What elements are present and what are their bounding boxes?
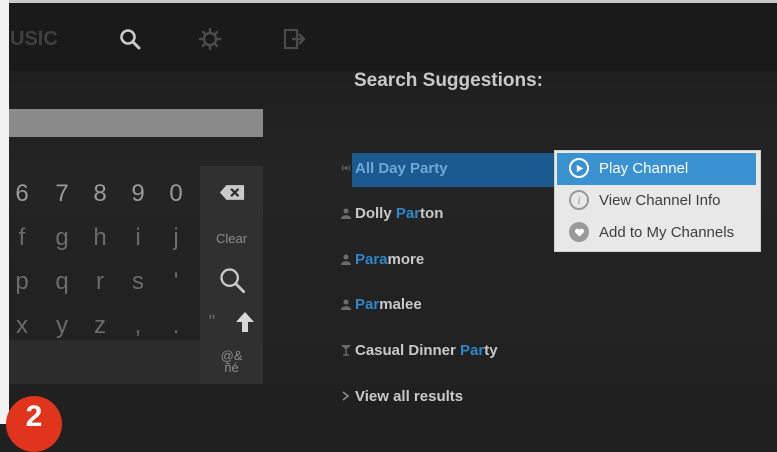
heart-icon	[569, 222, 589, 242]
view-all-results[interactable]: View all results	[340, 381, 760, 415]
key[interactable]: z	[87, 306, 113, 346]
search-icon	[219, 268, 245, 294]
key[interactable]: 7	[49, 174, 75, 214]
key[interactable]: 0	[163, 174, 189, 214]
keyboard-bottom-row	[9, 340, 200, 384]
key[interactable]: f	[9, 218, 35, 258]
quote-key[interactable]: "	[200, 302, 224, 342]
key[interactable]: r	[87, 262, 113, 302]
info-icon: i	[569, 190, 589, 210]
key[interactable]: j	[163, 218, 189, 258]
key[interactable]: x	[9, 306, 35, 346]
radio-icon	[340, 162, 352, 176]
suggestion-item-4[interactable]: Casual Dinner Party	[340, 335, 760, 369]
arrow-up-icon	[236, 312, 254, 332]
symbols-key[interactable]: @& ñé	[200, 342, 263, 382]
exit-icon[interactable]	[280, 25, 308, 53]
menu-item-label: Play Channel	[599, 160, 689, 177]
glass-icon	[340, 344, 352, 358]
person-icon	[340, 298, 352, 312]
key[interactable]: 6	[9, 174, 35, 214]
suggestion-label: All Day Party	[355, 160, 448, 177]
search-key[interactable]	[200, 258, 263, 302]
menu-item-label: View Channel Info	[599, 192, 721, 209]
on-screen-keyboard: 6 7 8 9 0 f g h i j p q r s ' x y z , . …	[9, 166, 263, 384]
key[interactable]: '	[163, 262, 189, 302]
key[interactable]: y	[49, 306, 75, 346]
key[interactable]: 9	[125, 174, 151, 214]
menu-item-play-channel[interactable]: Play Channel	[557, 153, 756, 185]
shift-key[interactable]	[227, 302, 263, 342]
person-icon	[340, 207, 352, 221]
step-badge: 2	[6, 396, 62, 452]
backspace-icon	[219, 184, 244, 200]
menu-item-add-to-my-channels[interactable]: Add to My Channels	[557, 217, 756, 249]
key[interactable]: .	[163, 306, 189, 346]
suggestion-label: View all results	[355, 388, 464, 405]
chevron-right-icon	[340, 390, 352, 404]
key[interactable]: i	[125, 218, 151, 258]
clear-key[interactable]: Clear	[200, 216, 263, 260]
suggestion-label: Casual Dinner Party	[355, 342, 498, 359]
key[interactable]: s	[125, 262, 151, 302]
gear-icon[interactable]	[196, 25, 224, 53]
key[interactable]: 8	[87, 174, 113, 214]
menu-item-label: Add to My Channels	[599, 224, 735, 241]
key[interactable]: h	[87, 218, 113, 258]
suggestion-label: Dolly Parton	[355, 205, 444, 222]
context-menu: Play Channel i View Channel Info Add to …	[554, 150, 761, 252]
play-icon	[569, 158, 589, 178]
menu-item-view-channel-info[interactable]: i View Channel Info	[557, 185, 756, 217]
search-input[interactable]	[9, 109, 263, 137]
suggestion-label: Parmalee	[355, 296, 422, 313]
backspace-key[interactable]	[200, 170, 263, 214]
suggestion-label: Paramore	[355, 251, 425, 268]
nav-music-label[interactable]: USIC	[10, 28, 58, 51]
key[interactable]: g	[49, 218, 75, 258]
left-rule	[0, 0, 9, 424]
key[interactable]: p	[9, 262, 35, 302]
key[interactable]: ,	[125, 306, 151, 346]
key[interactable]: q	[49, 262, 75, 302]
person-icon	[340, 253, 352, 267]
suggestions-title: Search Suggestions:	[354, 70, 543, 91]
search-icon[interactable]	[116, 25, 144, 53]
suggestion-item-3[interactable]: Parmalee	[340, 289, 760, 323]
